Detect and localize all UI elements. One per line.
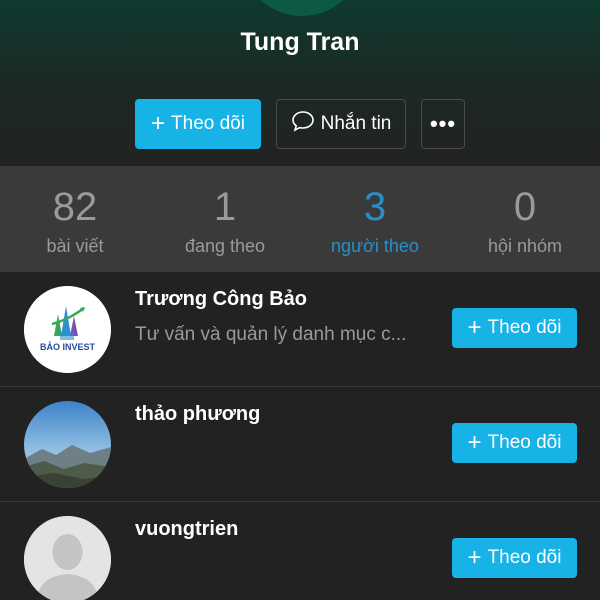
follow-button-label: Theo dõi [487, 317, 562, 338]
stat-groups[interactable]: 0 hội nhóm [450, 166, 600, 272]
profile-avatar[interactable] [240, 0, 364, 16]
follower-description: Tư vấn và quản lý danh mục c... [135, 324, 407, 345]
stat-posts-value: 82 [52, 185, 98, 229]
follow-button[interactable]: + Theo dõi [452, 423, 577, 463]
list-item[interactable]: vuongtrien + Theo dõi [0, 502, 600, 600]
default-user-icon [24, 516, 111, 600]
plus-icon: + [467, 429, 482, 456]
stat-posts[interactable]: 82 bài viết [0, 166, 150, 272]
stat-groups-label: hội nhóm [487, 236, 563, 256]
avatar[interactable] [24, 516, 111, 600]
stat-groups-value: 0 [513, 185, 537, 229]
follower-name[interactable]: vuongtrien [135, 518, 238, 541]
plus-icon: + [151, 110, 166, 137]
follower-name[interactable]: Trương Công Bảo [135, 288, 307, 311]
plus-icon: + [467, 544, 482, 571]
stat-followers-value: 3 [363, 185, 387, 229]
follower-name[interactable]: thảo phương [135, 403, 260, 426]
landscape-photo-icon [24, 401, 111, 488]
avatar[interactable] [24, 401, 111, 488]
followers-list: BẢO INVEST Trương Công Bảo Tư vấn và quả… [0, 272, 600, 600]
profile-name: Tung Tran [240, 28, 360, 56]
follow-button-label: Theo dõi [171, 113, 245, 134]
chat-bubble-icon [291, 110, 315, 138]
stat-following-value: 1 [213, 185, 237, 229]
stat-followers-label: người theo [331, 236, 419, 256]
message-button-label: Nhắn tin [320, 113, 392, 134]
follow-button[interactable]: + Theo dõi [452, 308, 577, 348]
list-item[interactable]: BẢO INVEST Trương Công Bảo Tư vấn và quả… [0, 272, 600, 387]
more-options-button[interactable]: ••• [421, 99, 465, 149]
stat-following[interactable]: 1 đang theo [150, 166, 300, 272]
avatar-logo-text: BẢO INVEST [39, 342, 95, 352]
list-item[interactable]: thảo phương + Theo dõi [0, 387, 600, 502]
follow-button[interactable]: + Theo dõi [452, 538, 577, 578]
stat-following-label: đang theo [184, 236, 266, 256]
message-button[interactable]: Nhắn tin [276, 99, 406, 149]
bao-invest-logo-icon [24, 286, 111, 373]
stat-followers[interactable]: 3 người theo [300, 166, 450, 272]
avatar[interactable] [24, 286, 111, 373]
plus-icon: + [467, 314, 482, 341]
profile-header: Tung Tran + Theo dõi Nhắn tin ••• [0, 0, 600, 166]
stats-bar: 82 bài viết 1 đang theo 3 người theo 0 h… [0, 166, 600, 272]
follow-button-label: Theo dõi [487, 547, 562, 568]
follow-button-label: Theo dõi [487, 432, 562, 453]
more-dots-icon: ••• [429, 111, 457, 136]
follow-button[interactable]: + Theo dõi [135, 99, 261, 149]
stat-posts-label: bài viết [46, 236, 104, 256]
